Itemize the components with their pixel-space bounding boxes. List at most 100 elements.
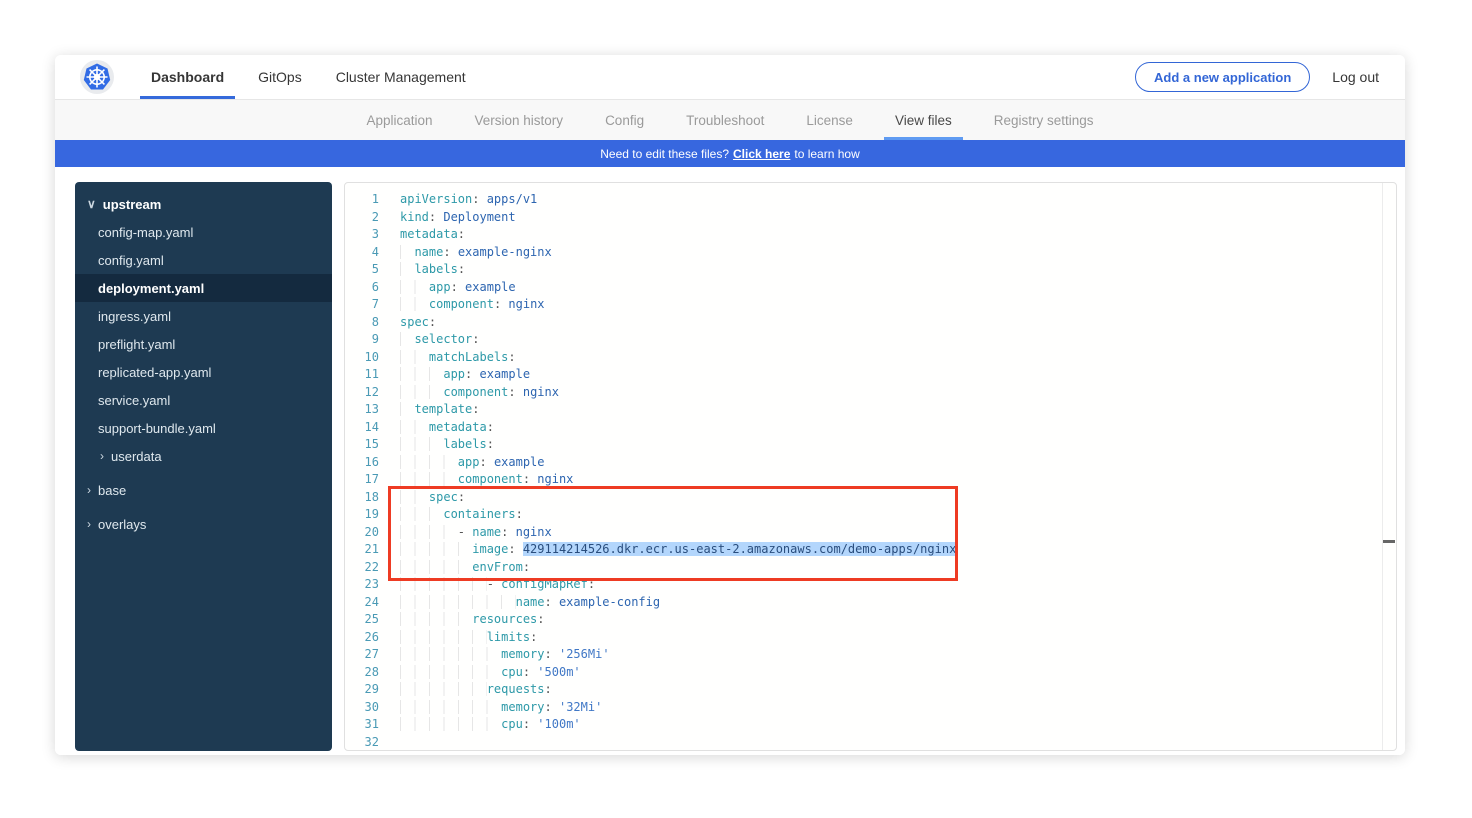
- code-line[interactable]: 23 - configMapRef:: [345, 576, 1396, 594]
- code-line[interactable]: 26 limits:: [345, 629, 1396, 647]
- code-lines: 1apiVersion: apps/v12kind: Deployment3me…: [345, 183, 1396, 751]
- top-navbar: Dashboard GitOps Cluster Management Add …: [55, 55, 1405, 100]
- tab-config[interactable]: Config: [584, 100, 665, 140]
- code-line[interactable]: 2kind: Deployment: [345, 209, 1396, 227]
- code-line[interactable]: 4 name: example-nginx: [345, 244, 1396, 262]
- code-line[interactable]: 3metadata:: [345, 226, 1396, 244]
- code-text: resources:: [379, 611, 545, 629]
- code-line[interactable]: 15 labels:: [345, 436, 1396, 454]
- tree-file-support-bundle[interactable]: support-bundle.yaml: [75, 414, 332, 442]
- code-line[interactable]: 6 app: example: [345, 279, 1396, 297]
- line-number: 10: [345, 349, 379, 367]
- code-line[interactable]: 17 component: nginx: [345, 471, 1396, 489]
- logout-link[interactable]: Log out: [1332, 69, 1379, 85]
- tree-label: config-map.yaml: [98, 225, 193, 240]
- code-text: containers:: [379, 506, 523, 524]
- code-line[interactable]: 21 image: 429114214526.dkr.ecr.us-east-2…: [345, 541, 1396, 559]
- tree-folder-userdata[interactable]: › userdata: [75, 442, 332, 470]
- line-number: 29: [345, 681, 379, 699]
- code-text: selector:: [379, 331, 479, 349]
- tree-file-config[interactable]: config.yaml: [75, 246, 332, 274]
- tree-label: replicated-app.yaml: [98, 365, 211, 380]
- code-line[interactable]: 18 spec:: [345, 489, 1396, 507]
- line-number: 15: [345, 436, 379, 454]
- tree-label: service.yaml: [98, 393, 170, 408]
- tree-file-ingress[interactable]: ingress.yaml: [75, 302, 332, 330]
- code-line[interactable]: 28 cpu: '500m': [345, 664, 1396, 682]
- code-line[interactable]: 5 labels:: [345, 261, 1396, 279]
- nav-item-gitops[interactable]: GitOps: [241, 55, 319, 99]
- tree-file-deployment[interactable]: deployment.yaml: [75, 274, 332, 302]
- code-line[interactable]: 27 memory: '256Mi': [345, 646, 1396, 664]
- tab-registry-settings[interactable]: Registry settings: [973, 100, 1115, 140]
- line-number: 13: [345, 401, 379, 419]
- code-line[interactable]: 22 envFrom:: [345, 559, 1396, 577]
- app-tabs: Application Version history Config Troub…: [55, 100, 1405, 140]
- tree-file-service[interactable]: service.yaml: [75, 386, 332, 414]
- code-line[interactable]: 11 app: example: [345, 366, 1396, 384]
- chevron-right-icon: ›: [87, 483, 91, 497]
- admin-console-window: Dashboard GitOps Cluster Management Add …: [55, 55, 1405, 755]
- line-number: 4: [345, 244, 379, 262]
- code-text: component: nginx: [379, 296, 545, 314]
- tree-file-preflight[interactable]: preflight.yaml: [75, 330, 332, 358]
- code-line[interactable]: 1apiVersion: apps/v1: [345, 191, 1396, 209]
- line-number: 17: [345, 471, 379, 489]
- tab-view-files[interactable]: View files: [874, 100, 973, 140]
- code-text: kind: Deployment: [379, 209, 516, 227]
- edit-files-banner: Need to edit these files? Click here to …: [55, 140, 1405, 167]
- line-number: 11: [345, 366, 379, 384]
- code-line[interactable]: 13 template:: [345, 401, 1396, 419]
- nav-item-cluster-management[interactable]: Cluster Management: [319, 55, 483, 99]
- tree-file-replicated-app[interactable]: replicated-app.yaml: [75, 358, 332, 386]
- tree-label: preflight.yaml: [98, 337, 175, 352]
- tab-troubleshoot[interactable]: Troubleshoot: [665, 100, 785, 140]
- code-text: - name: nginx: [379, 524, 552, 542]
- tree-folder-overlays[interactable]: › overlays: [75, 510, 332, 538]
- code-line[interactable]: 9 selector:: [345, 331, 1396, 349]
- line-number: 28: [345, 664, 379, 682]
- code-line[interactable]: 19 containers:: [345, 506, 1396, 524]
- chevron-right-icon: ›: [100, 449, 104, 463]
- code-line[interactable]: 14 metadata:: [345, 419, 1396, 437]
- yaml-file-editor[interactable]: 1apiVersion: apps/v12kind: Deployment3me…: [344, 182, 1397, 751]
- code-text: cpu: '500m': [379, 664, 581, 682]
- line-number: 8: [345, 314, 379, 332]
- code-line[interactable]: 7 component: nginx: [345, 296, 1396, 314]
- add-application-button[interactable]: Add a new application: [1135, 62, 1310, 92]
- code-text: name: example-nginx: [379, 244, 552, 262]
- tab-version-history[interactable]: Version history: [454, 100, 585, 140]
- tab-application[interactable]: Application: [345, 100, 453, 140]
- tab-license[interactable]: License: [785, 100, 874, 140]
- tree-folder-base[interactable]: › base: [75, 476, 332, 504]
- code-line[interactable]: 8spec:: [345, 314, 1396, 332]
- code-line[interactable]: 16 app: example: [345, 454, 1396, 472]
- code-text: cpu: '100m': [379, 716, 581, 734]
- code-line[interactable]: 10 matchLabels:: [345, 349, 1396, 367]
- line-number: 2: [345, 209, 379, 227]
- code-line[interactable]: 30 memory: '32Mi': [345, 699, 1396, 717]
- tree-folder-upstream[interactable]: ∨ upstream: [75, 190, 332, 218]
- line-number: 20: [345, 524, 379, 542]
- code-line[interactable]: 20 - name: nginx: [345, 524, 1396, 542]
- line-number: 12: [345, 384, 379, 402]
- code-text: app: example: [379, 454, 545, 472]
- code-text: - configMapRef:: [379, 576, 595, 594]
- line-number: 3: [345, 226, 379, 244]
- code-text: memory: '256Mi': [379, 646, 610, 664]
- line-number: 16: [345, 454, 379, 472]
- line-number: 25: [345, 611, 379, 629]
- code-line[interactable]: 32: [345, 734, 1396, 752]
- nav-item-dashboard[interactable]: Dashboard: [134, 55, 241, 99]
- chevron-right-icon: ›: [87, 517, 91, 531]
- line-number: 30: [345, 699, 379, 717]
- code-line[interactable]: 24 name: example-config: [345, 594, 1396, 612]
- tree-file-config-map[interactable]: config-map.yaml: [75, 218, 332, 246]
- topnav-right: Add a new application Log out: [1135, 62, 1405, 92]
- code-line[interactable]: 31 cpu: '100m': [345, 716, 1396, 734]
- editor-scrollbar-track[interactable]: [1382, 183, 1383, 750]
- code-line[interactable]: 25 resources:: [345, 611, 1396, 629]
- code-line[interactable]: 29 requests:: [345, 681, 1396, 699]
- code-line[interactable]: 12 component: nginx: [345, 384, 1396, 402]
- banner-click-here-link[interactable]: Click here: [733, 147, 790, 161]
